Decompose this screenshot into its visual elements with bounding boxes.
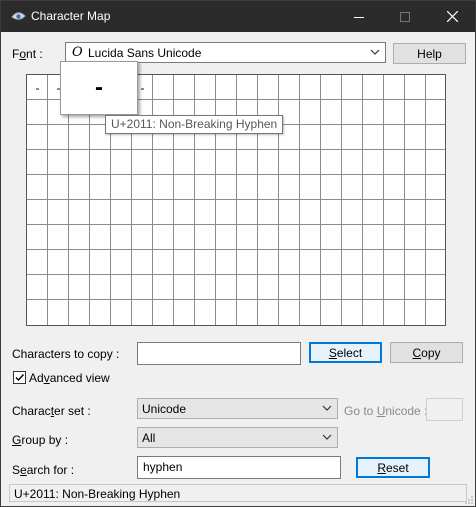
group-by-dropdown[interactable]: All xyxy=(137,427,338,448)
character-set-value: Unicode xyxy=(142,402,187,416)
chevron-down-icon xyxy=(322,405,332,411)
character-set-label: Character set : xyxy=(12,404,91,418)
characters-to-copy-label: Characters to copy : xyxy=(12,347,120,361)
help-button[interactable]: Help xyxy=(393,43,466,64)
chevron-down-icon xyxy=(322,434,332,440)
group-by-label: Group by : xyxy=(12,433,69,447)
maximize-icon xyxy=(400,11,410,22)
search-input[interactable]: hyphen xyxy=(137,456,341,479)
zoomed-character: ‑ xyxy=(60,61,138,115)
go-to-unicode-label: Go to Unicode : xyxy=(344,404,428,418)
font-dropdown[interactable]: O Lucida Sans Unicode xyxy=(65,42,386,63)
characters-to-copy-input[interactable] xyxy=(137,342,301,365)
character-map-app-icon xyxy=(11,12,26,20)
advanced-view-label[interactable]: Advanced view xyxy=(29,371,110,385)
group-by-value: All xyxy=(142,431,156,445)
character-set-dropdown[interactable]: Unicode xyxy=(137,398,338,419)
opentype-font-icon: O xyxy=(72,45,83,60)
maximize-button[interactable] xyxy=(382,1,428,32)
go-to-unicode-input[interactable] xyxy=(426,398,463,421)
window-title: Character Map xyxy=(31,9,111,23)
title-bar[interactable]: Character Map xyxy=(1,1,475,32)
close-button[interactable] xyxy=(429,1,475,32)
reset-button[interactable]: Reset xyxy=(356,457,430,478)
copy-button[interactable]: Copy xyxy=(390,342,463,363)
font-value: Lucida Sans Unicode xyxy=(88,46,202,60)
status-bar: U+2011: Non-Breaking Hyphen xyxy=(9,484,467,502)
status-text: U+2011: Non-Breaking Hyphen xyxy=(14,487,181,501)
minimize-button[interactable] xyxy=(336,1,382,32)
close-icon xyxy=(446,11,458,22)
minimize-icon xyxy=(354,16,364,18)
select-button[interactable]: Select xyxy=(309,342,382,363)
character-map-window: Character Map Font : O Lucida Sans Unico… xyxy=(0,0,476,507)
chevron-down-icon xyxy=(370,49,380,55)
resize-grip-icon[interactable] xyxy=(464,495,474,505)
search-for-label: Search for : xyxy=(12,463,75,477)
font-label: Font : xyxy=(12,47,43,61)
character-tooltip: U+2011: Non-Breaking Hyphen xyxy=(105,115,284,134)
advanced-view-checkbox[interactable] xyxy=(13,371,26,384)
checkmark-icon xyxy=(15,374,25,382)
character-cell[interactable]: ‑ xyxy=(27,75,48,100)
